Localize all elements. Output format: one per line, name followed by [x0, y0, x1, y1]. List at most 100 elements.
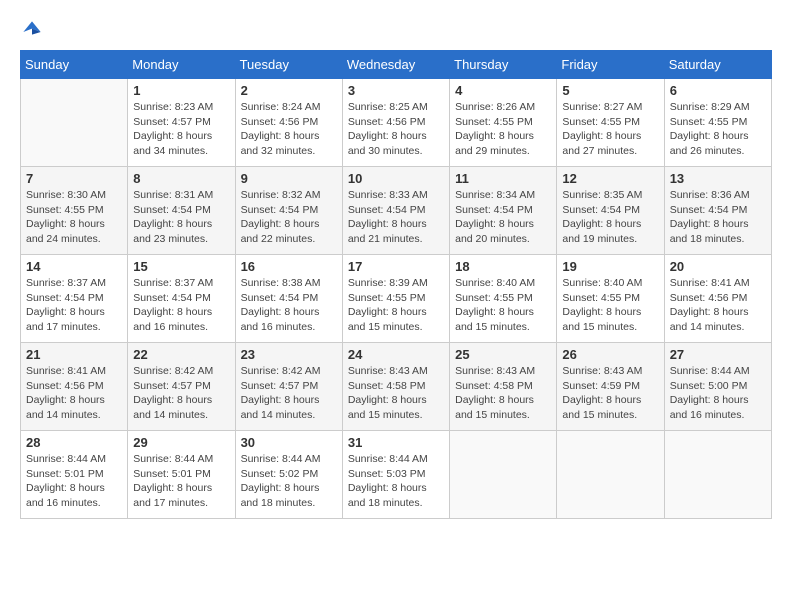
- day-number: 10: [348, 171, 444, 186]
- day-number: 8: [133, 171, 229, 186]
- day-number: 18: [455, 259, 551, 274]
- calendar-cell: 25 Sunrise: 8:43 AMSunset: 4:58 PMDayligh…: [450, 343, 557, 431]
- day-number: 28: [26, 435, 122, 450]
- day-number: 27: [670, 347, 766, 362]
- day-detail: Sunrise: 8:38 AMSunset: 4:54 PMDaylight:…: [241, 276, 337, 335]
- calendar-cell: 29 Sunrise: 8:44 AMSunset: 5:01 PMDayligh…: [128, 431, 235, 519]
- day-detail: Sunrise: 8:44 AMSunset: 5:03 PMDaylight:…: [348, 452, 444, 511]
- day-detail: Sunrise: 8:43 AMSunset: 4:59 PMDaylight:…: [562, 364, 658, 423]
- day-detail: Sunrise: 8:37 AMSunset: 4:54 PMDaylight:…: [133, 276, 229, 335]
- day-detail: Sunrise: 8:39 AMSunset: 4:55 PMDaylight:…: [348, 276, 444, 335]
- day-detail: Sunrise: 8:44 AMSunset: 5:01 PMDaylight:…: [133, 452, 229, 511]
- day-detail: Sunrise: 8:27 AMSunset: 4:55 PMDaylight:…: [562, 100, 658, 159]
- day-detail: Sunrise: 8:44 AMSunset: 5:01 PMDaylight:…: [26, 452, 122, 511]
- calendar-cell: 15Sunrise: 8:37 AMSunset: 4:54 PMDayligh…: [128, 255, 235, 343]
- column-header-saturday: Saturday: [664, 51, 771, 79]
- calendar-cell: 9Sunrise: 8:32 AMSunset: 4:54 PMDaylight…: [235, 167, 342, 255]
- calendar-table: SundayMondayTuesdayWednesdayThursdayFrid…: [20, 50, 772, 519]
- calendar-week-row: 14 Sunrise: 8:37 AMSunset: 4:54 PMDayligh…: [21, 255, 772, 343]
- day-number: 4: [455, 83, 551, 98]
- day-detail: Sunrise: 8:30 AMSunset: 4:55 PMDaylight:…: [26, 188, 122, 247]
- column-header-thursday: Thursday: [450, 51, 557, 79]
- calendar-cell: 18 Sunrise: 8:40 AMSunset: 4:55 PMDayligh…: [450, 255, 557, 343]
- day-detail: Sunrise: 8:43 AMSunset: 4:58 PMDaylight:…: [348, 364, 444, 423]
- calendar-cell: 21Sunrise: 8:41 AMSunset: 4:56 PMDayligh…: [21, 343, 128, 431]
- day-detail: Sunrise: 8:32 AMSunset: 4:54 PMDaylight:…: [241, 188, 337, 247]
- day-number: 26: [562, 347, 658, 362]
- calendar-cell: 19 Sunrise: 8:40 AMSunset: 4:55 PMDayligh…: [557, 255, 664, 343]
- day-number: 25: [455, 347, 551, 362]
- column-header-friday: Friday: [557, 51, 664, 79]
- calendar-cell: [21, 79, 128, 167]
- calendar-cell: 11 Sunrise: 8:34 AMSunset: 4:54 PMDayligh…: [450, 167, 557, 255]
- calendar-cell: 20 Sunrise: 8:41 AMSunset: 4:56 PMDayligh…: [664, 255, 771, 343]
- calendar-cell: [664, 431, 771, 519]
- day-detail: Sunrise: 8:23 AMSunset: 4:57 PMDaylight:…: [133, 100, 229, 159]
- calendar-cell: 23 Sunrise: 8:42 AMSunset: 4:57 PMDayligh…: [235, 343, 342, 431]
- day-number: 13: [670, 171, 766, 186]
- calendar-week-row: 7 Sunrise: 8:30 AMSunset: 4:55 PMDaylight…: [21, 167, 772, 255]
- day-number: 24: [348, 347, 444, 362]
- day-detail: Sunrise: 8:24 AMSunset: 4:56 PMDaylight:…: [241, 100, 337, 159]
- calendar-cell: 3 Sunrise: 8:25 AMSunset: 4:56 PMDaylight…: [342, 79, 449, 167]
- day-number: 29: [133, 435, 229, 450]
- calendar-cell: 8 Sunrise: 8:31 AMSunset: 4:54 PMDaylight…: [128, 167, 235, 255]
- day-detail: Sunrise: 8:44 AMSunset: 5:02 PMDaylight:…: [241, 452, 337, 511]
- day-number: 14: [26, 259, 122, 274]
- logo-bird-icon: [22, 20, 42, 40]
- day-detail: Sunrise: 8:36 AMSunset: 4:54 PMDaylight:…: [670, 188, 766, 247]
- calendar-header-row: SundayMondayTuesdayWednesdayThursdayFrid…: [21, 51, 772, 79]
- calendar-cell: 16Sunrise: 8:38 AMSunset: 4:54 PMDayligh…: [235, 255, 342, 343]
- calendar-cell: [450, 431, 557, 519]
- calendar-week-row: 21Sunrise: 8:41 AMSunset: 4:56 PMDayligh…: [21, 343, 772, 431]
- calendar-week-row: 28 Sunrise: 8:44 AMSunset: 5:01 PMDayligh…: [21, 431, 772, 519]
- calendar-cell: 2 Sunrise: 8:24 AMSunset: 4:56 PMDaylight…: [235, 79, 342, 167]
- day-number: 7: [26, 171, 122, 186]
- day-detail: Sunrise: 8:40 AMSunset: 4:55 PMDaylight:…: [562, 276, 658, 335]
- day-detail: Sunrise: 8:25 AMSunset: 4:56 PMDaylight:…: [348, 100, 444, 159]
- calendar-cell: 30 Sunrise: 8:44 AMSunset: 5:02 PMDayligh…: [235, 431, 342, 519]
- day-number: 12: [562, 171, 658, 186]
- calendar-cell: 10Sunrise: 8:33 AMSunset: 4:54 PMDayligh…: [342, 167, 449, 255]
- day-number: 20: [670, 259, 766, 274]
- calendar-cell: 5Sunrise: 8:27 AMSunset: 4:55 PMDaylight…: [557, 79, 664, 167]
- logo: [20, 20, 44, 40]
- day-detail: Sunrise: 8:37 AMSunset: 4:54 PMDaylight:…: [26, 276, 122, 335]
- column-header-wednesday: Wednesday: [342, 51, 449, 79]
- day-number: 17: [348, 259, 444, 274]
- calendar-cell: 12Sunrise: 8:35 AMSunset: 4:54 PMDayligh…: [557, 167, 664, 255]
- calendar-cell: 6 Sunrise: 8:29 AMSunset: 4:55 PMDaylight…: [664, 79, 771, 167]
- day-detail: Sunrise: 8:26 AMSunset: 4:55 PMDaylight:…: [455, 100, 551, 159]
- day-number: 3: [348, 83, 444, 98]
- calendar-cell: 4 Sunrise: 8:26 AMSunset: 4:55 PMDaylight…: [450, 79, 557, 167]
- day-number: 1: [133, 83, 229, 98]
- day-detail: Sunrise: 8:42 AMSunset: 4:57 PMDaylight:…: [133, 364, 229, 423]
- day-number: 22: [133, 347, 229, 362]
- calendar-cell: 24 Sunrise: 8:43 AMSunset: 4:58 PMDayligh…: [342, 343, 449, 431]
- calendar-cell: 13 Sunrise: 8:36 AMSunset: 4:54 PMDayligh…: [664, 167, 771, 255]
- day-number: 11: [455, 171, 551, 186]
- calendar-cell: [557, 431, 664, 519]
- column-header-sunday: Sunday: [21, 51, 128, 79]
- calendar-cell: 31Sunrise: 8:44 AMSunset: 5:03 PMDayligh…: [342, 431, 449, 519]
- page-header: [20, 20, 772, 40]
- day-detail: Sunrise: 8:42 AMSunset: 4:57 PMDaylight:…: [241, 364, 337, 423]
- day-detail: Sunrise: 8:40 AMSunset: 4:55 PMDaylight:…: [455, 276, 551, 335]
- day-detail: Sunrise: 8:41 AMSunset: 4:56 PMDaylight:…: [26, 364, 122, 423]
- day-number: 23: [241, 347, 337, 362]
- day-detail: Sunrise: 8:29 AMSunset: 4:55 PMDaylight:…: [670, 100, 766, 159]
- column-header-tuesday: Tuesday: [235, 51, 342, 79]
- day-number: 2: [241, 83, 337, 98]
- column-header-monday: Monday: [128, 51, 235, 79]
- day-detail: Sunrise: 8:31 AMSunset: 4:54 PMDaylight:…: [133, 188, 229, 247]
- day-detail: Sunrise: 8:41 AMSunset: 4:56 PMDaylight:…: [670, 276, 766, 335]
- day-detail: Sunrise: 8:43 AMSunset: 4:58 PMDaylight:…: [455, 364, 551, 423]
- calendar-body: 1 Sunrise: 8:23 AMSunset: 4:57 PMDaylight…: [21, 79, 772, 519]
- calendar-cell: 1 Sunrise: 8:23 AMSunset: 4:57 PMDaylight…: [128, 79, 235, 167]
- day-number: 19: [562, 259, 658, 274]
- calendar-cell: 26 Sunrise: 8:43 AMSunset: 4:59 PMDayligh…: [557, 343, 664, 431]
- calendar-cell: 17 Sunrise: 8:39 AMSunset: 4:55 PMDayligh…: [342, 255, 449, 343]
- day-number: 6: [670, 83, 766, 98]
- day-number: 30: [241, 435, 337, 450]
- day-detail: Sunrise: 8:34 AMSunset: 4:54 PMDaylight:…: [455, 188, 551, 247]
